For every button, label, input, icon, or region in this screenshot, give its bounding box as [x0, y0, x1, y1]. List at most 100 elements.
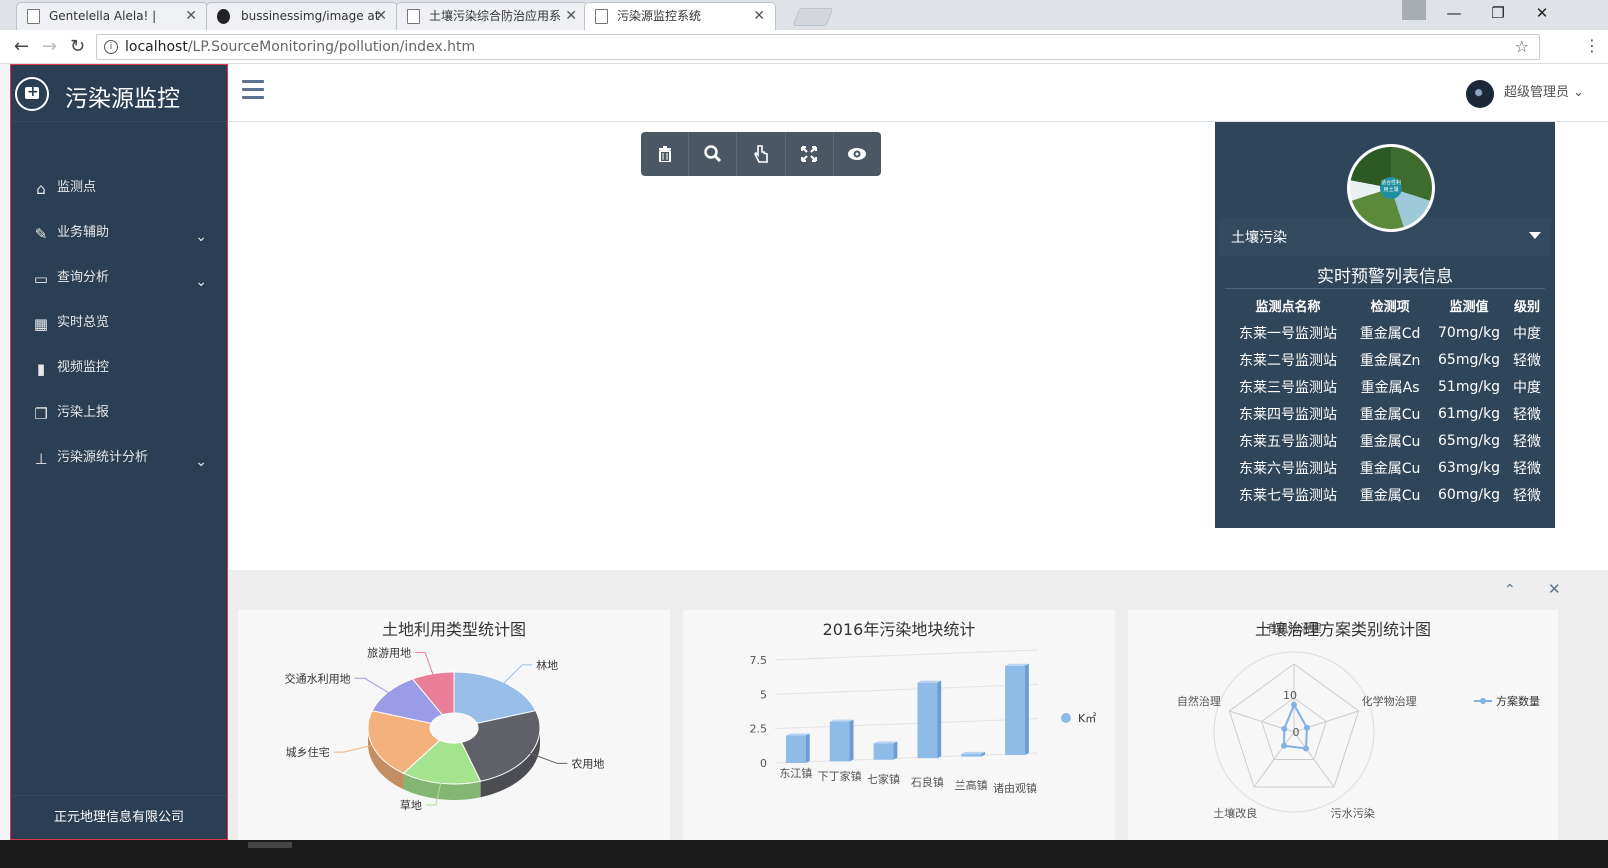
browser-tab-2[interactable]: 土壤污染综合防治应用系 ✕	[396, 2, 588, 30]
radar-tick-label: 0	[1293, 726, 1300, 739]
browser-tab-0[interactable]: Gentelella Alela! | ✕	[16, 2, 208, 30]
column-header: 级别	[1513, 300, 1540, 315]
browser-tab-3[interactable]: 污染源监控系统 ✕	[584, 2, 776, 30]
page-icon	[407, 9, 420, 24]
close-icon[interactable]: ✕	[375, 3, 387, 29]
collapse-up-icon[interactable]: ⌃	[1504, 582, 1516, 598]
pie-label: 草地	[400, 799, 422, 812]
browser-menu-icon[interactable]: ⋮	[1584, 36, 1600, 55]
y-tick-label: 0	[760, 757, 767, 770]
statistics-panel: ⌃ ✕ 土地利用类型统计图 林地 农用地 草地 城乡住宅 交通水利用地 旅游用地 2016…	[228, 570, 1608, 840]
close-icon[interactable]: ✕	[565, 3, 577, 29]
table-cell: 中度	[1512, 379, 1541, 396]
search-icon[interactable]	[689, 132, 738, 176]
sidebar-item-query-analysis[interactable]: ▭ 查询分析 ⌄	[11, 259, 227, 304]
table-cell: 重金属Cu	[1359, 433, 1421, 450]
table-cell: 重金属As	[1360, 379, 1420, 396]
bar	[961, 753, 982, 757]
eye-icon[interactable]	[834, 132, 881, 176]
close-icon[interactable]: ✕	[185, 3, 197, 29]
pie-label: 城乡住宅	[286, 745, 330, 759]
close-panel-icon[interactable]: ✕	[1548, 580, 1561, 598]
url-path: /LP.SourceMonitoring/pollution/index.htm	[187, 39, 476, 55]
pie-leader-line	[415, 651, 435, 677]
back-icon[interactable]: ←	[14, 36, 29, 57]
remediation-radar-chart: 有机物治理化学物治理污水污染土壤改良自然治理010 方案数量	[1177, 621, 1540, 820]
table-row[interactable]: 东莱六号监测站 重金属Cu 63mg/kg 轻微	[1225, 454, 1545, 481]
category-label: 土壤污染	[1231, 230, 1287, 246]
sidebar-item-realtime-overview[interactable]: ▦ 实时总览	[11, 304, 227, 349]
sidebar-item-pollution-report[interactable]: ❐ 污染上报	[11, 394, 227, 439]
expand-icon[interactable]	[786, 132, 834, 176]
sidebar-item-statistics[interactable]: ⊥ 污染源统计分析 ⌄	[11, 439, 227, 484]
x-tick-label: 七家镇	[867, 772, 900, 786]
alert-table: 监测点名称 检测项 监测值 级别 东莱一号监测站 重金属Cd 70mg/kg 中度 东莱…	[1225, 292, 1545, 508]
forward-icon[interactable]: →	[42, 36, 57, 57]
bar	[785, 735, 806, 763]
bar-side	[1024, 663, 1029, 755]
copy-icon: ❐	[34, 405, 48, 423]
table-row[interactable]: 东莱三号监测站 重金属As 51mg/kg 中度	[1225, 373, 1545, 400]
map-view[interactable]: 土壤污染 适合性利用土壤 实时预警列表信息 监测点名称 检测项 监测值 级别 东…	[228, 122, 1608, 570]
legend-label: K㎡	[1078, 712, 1096, 725]
bar-side	[849, 719, 854, 762]
bar	[829, 721, 850, 762]
trash-icon[interactable]	[641, 132, 690, 176]
bar-side	[805, 733, 810, 763]
chevron-down-icon: ⌄	[195, 229, 207, 245]
table-cell: 轻微	[1512, 352, 1541, 369]
desktop-icon: ▭	[33, 270, 49, 288]
menu-toggle-icon[interactable]	[242, 80, 264, 100]
sidebar-item-monitoring-points[interactable]: ⌂ 监测点	[11, 169, 227, 214]
table-cell: 重金属Cu	[1359, 406, 1421, 423]
pie-leader-line	[501, 664, 533, 686]
new-tab-button[interactable]	[792, 8, 834, 26]
taskbar-item[interactable]	[248, 842, 292, 848]
table-row[interactable]: 东莱五号监测站 重金属Cu 65mg/kg 轻微	[1225, 427, 1545, 454]
chart-title: 土地利用类型统计图	[381, 620, 526, 639]
bar-chart-icon: ▮	[36, 360, 46, 378]
sidebar-footer: 正元地理信息有限公司	[11, 795, 227, 839]
bookmark-star-icon[interactable]: ☆	[1515, 35, 1529, 59]
land-use-chart-card: 土地利用类型统计图 林地 农用地 草地 城乡住宅 交通水利用地 旅游用地	[238, 610, 670, 840]
table-row[interactable]: 东莱七号监测站 重金属Cu 60mg/kg 轻微	[1225, 481, 1545, 508]
reload-icon[interactable]: ↻	[70, 36, 85, 57]
browser-user-icon[interactable]	[1402, 0, 1426, 20]
browser-tab-1[interactable]: bussinessimg/image at ✕	[206, 2, 398, 30]
top-navbar: 超级管理员 ⌄	[228, 64, 1608, 122]
restore-icon[interactable]: ❐	[1476, 0, 1520, 26]
table-cell: 60mg/kg	[1438, 486, 1501, 503]
table-row[interactable]: 东莱一号监测站 重金属Cd 70mg/kg 中度	[1225, 319, 1545, 346]
alert-list-title: 实时预警列表信息	[1317, 267, 1453, 287]
bar-side	[937, 680, 942, 759]
radar-point	[1291, 701, 1297, 708]
legend-label: 方案数量	[1496, 694, 1540, 708]
table-cell: 重金属Zn	[1359, 352, 1421, 369]
user-name: 超级管理员	[1503, 85, 1569, 100]
caret-down-icon	[1529, 232, 1541, 239]
sidebar-item-video-monitoring[interactable]: ▮ 视频监控	[11, 349, 227, 394]
y-tick-label: 2.5	[750, 723, 768, 736]
info-icon[interactable]: i	[104, 40, 118, 54]
table-row[interactable]: 东莱四号监测站 重金属Cu 61mg/kg 轻微	[1225, 400, 1545, 427]
browser-tab-bar: Gentelella Alela! | ✕ bussinessimg/image…	[0, 0, 1608, 30]
radar-category-label: 自然治理	[1177, 694, 1221, 708]
taskbar	[0, 840, 1608, 868]
land-use-pie-chart: 林地农用地草地 城乡住宅 交通水利用地 旅游用地	[285, 645, 605, 812]
sidebar-item-business-aid[interactable]: ✎ 业务辅助 ⌄	[11, 214, 227, 259]
hand-pointer-icon[interactable]	[737, 132, 786, 176]
table-cell: 51mg/kg	[1438, 378, 1501, 395]
close-icon[interactable]: ✕	[753, 3, 765, 29]
user-profile-dropdown[interactable]: 超级管理员 ⌄	[1465, 78, 1584, 108]
table-cell: 轻微	[1512, 433, 1541, 450]
url-input[interactable]: i localhost/LP.SourceMonitoring/pollutio…	[96, 34, 1540, 60]
table-row[interactable]: 东莱二号监测站 重金属Zn 65mg/kg 轻微	[1225, 346, 1545, 373]
bar-top	[873, 741, 898, 744]
window-close-icon[interactable]: ✕	[1520, 0, 1564, 26]
brand[interactable]: 污染源监控	[11, 65, 227, 121]
panel-logo: 适合性利用土壤	[1347, 144, 1435, 232]
sidebar-item-label: 实时总览	[57, 315, 110, 330]
minimize-icon[interactable]: —	[1432, 0, 1476, 26]
sidebar-menu: ⌂ 监测点 ✎ 业务辅助 ⌄ ▭ 查询分析 ⌄ ▦ 实时总览 ▮ 视频监控 ❐ …	[11, 169, 227, 484]
left-edge	[0, 64, 10, 840]
